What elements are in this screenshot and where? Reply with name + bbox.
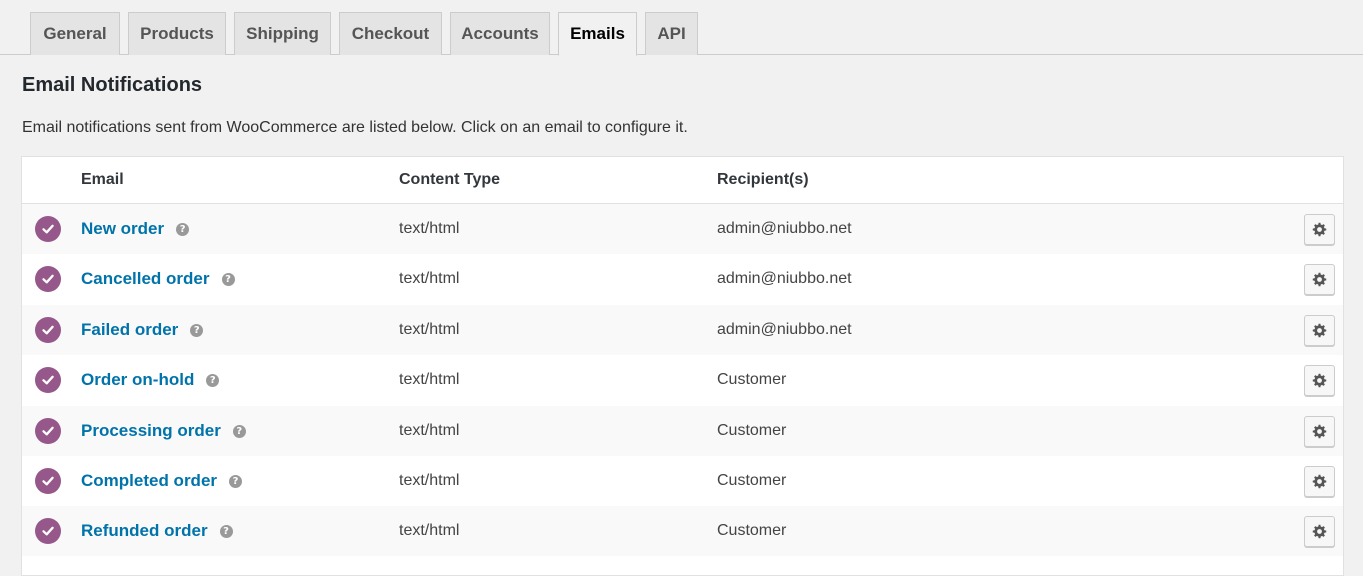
recipient-cell: admin@niubbo.net <box>717 270 852 287</box>
email-name-link[interactable]: Cancelled order? <box>81 269 235 289</box>
gear-icon <box>1312 424 1327 439</box>
table-row: New order? text/html admin@niubbo.net <box>22 204 1343 254</box>
tab-checkout[interactable]: Checkout <box>339 12 442 55</box>
email-name-label: Cancelled order <box>81 269 210 288</box>
tab-api[interactable]: API <box>645 12 698 55</box>
table-row: Order on-hold? text/html Customer <box>22 355 1343 405</box>
check-circle-icon <box>35 468 61 494</box>
column-header-recipients: Recipient(s) <box>717 171 809 188</box>
gear-icon <box>1312 474 1327 489</box>
manage-email-button[interactable] <box>1304 315 1335 346</box>
check-circle-icon <box>35 216 61 242</box>
email-name-label: Order on-hold <box>81 370 195 389</box>
gear-icon <box>1312 222 1327 237</box>
manage-email-button[interactable] <box>1304 416 1335 447</box>
email-name-link[interactable]: Failed order? <box>81 320 204 340</box>
manage-email-button[interactable] <box>1304 516 1335 547</box>
recipient-cell: Customer <box>717 422 787 439</box>
table-row: Processing order? text/html Customer <box>22 406 1343 456</box>
content-type-cell: text/html <box>399 472 460 489</box>
help-icon[interactable]: ? <box>219 524 233 538</box>
content-type-cell: text/html <box>399 270 460 287</box>
page-description: Email notifications sent from WooCommerc… <box>22 119 688 136</box>
email-name-link[interactable]: Processing order? <box>81 421 246 441</box>
recipient-cell: Customer <box>717 472 787 489</box>
tab-general[interactable]: General <box>30 12 120 55</box>
table-row: Cancelled order? text/html admin@niubbo.ne… <box>22 254 1343 304</box>
help-icon[interactable]: ? <box>206 373 220 387</box>
table-row: Completed order? text/html Customer <box>22 456 1343 506</box>
email-name-label: Completed order <box>81 471 218 490</box>
content-type-cell: text/html <box>399 220 460 237</box>
table-header: Email Content Type Recipient(s) <box>22 157 1343 204</box>
help-icon[interactable]: ? <box>229 474 243 488</box>
column-header-email: Email <box>81 171 124 188</box>
tab-shipping[interactable]: Shipping <box>234 12 331 55</box>
tab-products[interactable]: Products <box>128 12 226 55</box>
content-type-cell: text/html <box>399 371 460 388</box>
email-name-link[interactable]: Refunded order? <box>81 521 233 541</box>
content-type-cell: text/html <box>399 321 460 338</box>
email-name-label: New order <box>81 219 165 238</box>
help-icon[interactable]: ? <box>221 272 235 286</box>
help-icon[interactable]: ? <box>176 222 190 236</box>
email-name-label: Refunded order <box>81 521 208 540</box>
content-type-cell: text/html <box>399 422 460 439</box>
check-circle-icon <box>35 518 61 544</box>
gear-icon <box>1312 272 1327 287</box>
check-circle-icon <box>35 418 61 444</box>
help-icon[interactable]: ? <box>232 424 246 438</box>
recipient-cell: Customer <box>717 522 787 539</box>
check-circle-icon <box>35 367 61 393</box>
manage-email-button[interactable] <box>1304 264 1335 295</box>
recipient-cell: admin@niubbo.net <box>717 321 852 338</box>
gear-icon <box>1312 373 1327 388</box>
recipient-cell: admin@niubbo.net <box>717 220 852 237</box>
tab-emails[interactable]: Emails <box>558 12 637 56</box>
recipient-cell: Customer <box>717 371 787 388</box>
manage-email-button[interactable] <box>1304 214 1335 245</box>
email-name-label: Failed order <box>81 320 179 339</box>
table-row: Failed order? text/html admin@niubbo.net <box>22 305 1343 355</box>
manage-email-button[interactable] <box>1304 365 1335 396</box>
email-name-link[interactable]: New order? <box>81 219 190 239</box>
tab-accounts[interactable]: Accounts <box>450 12 550 55</box>
gear-icon <box>1312 524 1327 539</box>
email-name-label: Processing order <box>81 421 221 440</box>
column-header-content-type: Content Type <box>399 171 501 188</box>
table-row: Refunded order? text/html Customer <box>22 506 1343 556</box>
help-icon[interactable]: ? <box>190 323 204 337</box>
email-name-link[interactable]: Completed order? <box>81 471 243 491</box>
check-circle-icon <box>35 266 61 292</box>
gear-icon <box>1312 323 1327 338</box>
check-circle-icon <box>35 317 61 343</box>
settings-tabs: General Products Shipping Checkout Accou… <box>0 0 1363 56</box>
manage-email-button[interactable] <box>1304 466 1335 497</box>
email-name-link[interactable]: Order on-hold? <box>81 370 220 390</box>
email-notifications-table: Email Content Type Recipient(s) New orde… <box>21 156 1344 576</box>
content-type-cell: text/html <box>399 522 460 539</box>
page-title: Email Notifications <box>22 74 203 96</box>
